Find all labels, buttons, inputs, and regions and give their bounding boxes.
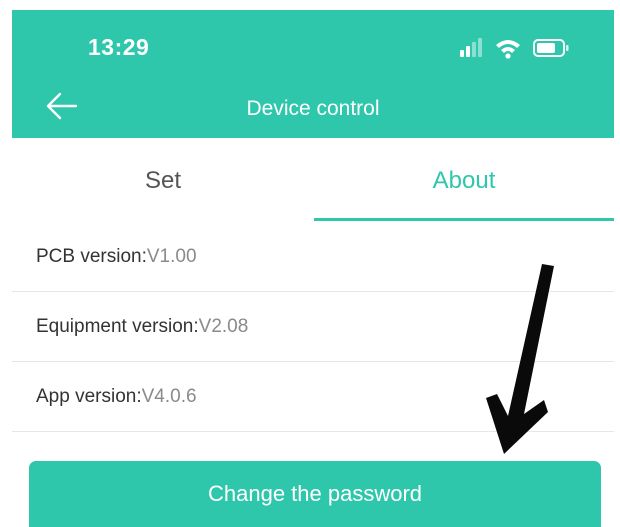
active-tab-indicator <box>314 218 614 221</box>
app-version-label: App version: <box>36 386 142 407</box>
wifi-icon <box>496 40 520 59</box>
page-title: Device control <box>246 97 380 120</box>
equipment-version-label: Equipment version: <box>36 316 199 337</box>
tab-set[interactable]: Set <box>12 140 314 222</box>
change-password-button[interactable]: Change the password <box>29 461 601 527</box>
pcb-version-label: PCB version: <box>36 246 147 267</box>
device-control-screen: 13:29 Device control Set About PCB versi… <box>0 0 620 527</box>
status-icons <box>460 38 569 59</box>
tab-bar: Set About <box>12 140 614 222</box>
annotation-arrow-icon <box>486 264 554 454</box>
app-version-value: V4.0.6 <box>141 386 197 407</box>
tab-about[interactable]: About <box>314 140 614 222</box>
battery-icon <box>533 39 569 57</box>
status-time: 13:29 <box>88 34 150 60</box>
equipment-version-value: V2.08 <box>198 316 249 337</box>
signal-icon <box>460 38 482 57</box>
pcb-version-value: V1.00 <box>146 246 197 267</box>
app-header: 13:29 Device control <box>12 10 614 138</box>
